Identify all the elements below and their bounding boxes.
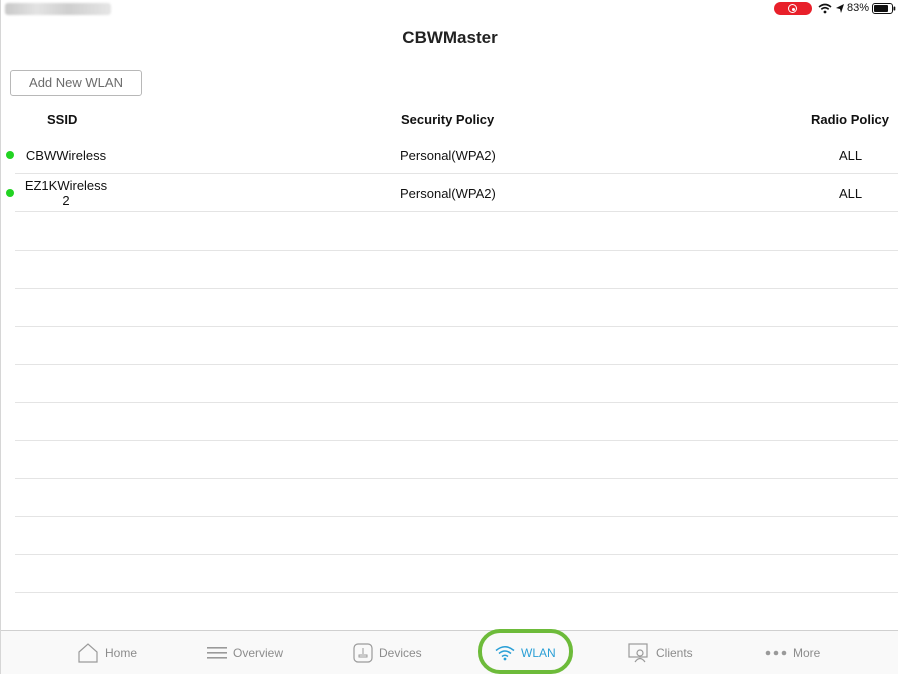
wifi-icon [495, 646, 515, 661]
wlan-radio-policy: ALL [839, 186, 863, 201]
column-header-security-policy: Security Policy [401, 112, 495, 127]
tab-label: Overview [233, 646, 284, 660]
location-arrow-icon [836, 4, 844, 13]
empty-row-divider [15, 326, 898, 327]
tab-clients[interactable]: Clients [628, 631, 693, 674]
wlan-security-policy: Personal(WPA2) [400, 148, 496, 163]
empty-row-divider [15, 478, 898, 479]
status-bar: 83% [1, 0, 898, 18]
empty-row-divider [15, 402, 898, 403]
table-row[interactable]: CBWWireless Personal(WPA2) ALL [6, 136, 898, 174]
tab-more[interactable]: More [765, 631, 820, 674]
wlan-status-dot [6, 151, 14, 159]
empty-row-divider [15, 554, 898, 555]
tab-wlan[interactable]: WLAN [495, 631, 556, 674]
tab-devices[interactable]: Devices [353, 631, 422, 674]
screen-recording-indicator [774, 2, 812, 15]
column-header-ssid: SSID [47, 112, 78, 127]
tab-label: Clients [656, 646, 693, 660]
tab-label: Devices [379, 646, 422, 660]
app-screen: 83% CBWMaster Add New WLAN SSID Security… [0, 0, 898, 674]
tab-overview[interactable]: Overview [207, 631, 283, 674]
tab-label: Home [105, 646, 138, 660]
page-title: CBWMaster [402, 28, 498, 47]
empty-row-divider [15, 516, 898, 517]
battery-percentage: 83% [847, 2, 870, 14]
tab-label: More [793, 646, 821, 660]
wifi-status-icon [818, 3, 832, 14]
wlan-status-dot [6, 189, 14, 197]
empty-row-divider [15, 288, 898, 289]
battery-icon [872, 3, 896, 14]
more-icon [765, 650, 787, 656]
empty-row-divider [15, 440, 898, 441]
tab-label: WLAN [521, 646, 556, 660]
wlan-table-header: SSID Security Policy Radio Policy [1, 108, 898, 130]
wlan-ssid: CBWWireless [25, 148, 107, 163]
empty-row-divider [15, 364, 898, 365]
device-icon [353, 643, 373, 663]
clients-icon [628, 643, 648, 663]
wlan-ssid: EZ1KWireless 2 [24, 178, 108, 208]
table-row[interactable]: EZ1KWireless 2 Personal(WPA2) ALL [6, 174, 898, 212]
list-icon [207, 647, 227, 659]
record-icon [788, 4, 797, 13]
add-new-wlan-button[interactable]: Add New WLAN [10, 70, 142, 96]
empty-row-divider [15, 250, 898, 251]
empty-row-divider [15, 592, 898, 593]
wlan-radio-policy: ALL [839, 148, 863, 163]
bottom-tab-bar: Home Overview Devices WLAN Clients More [1, 630, 898, 674]
tab-home[interactable]: Home [77, 631, 137, 674]
home-icon [78, 643, 98, 663]
column-header-radio-policy: Radio Policy [811, 112, 890, 127]
status-time-blurred [5, 3, 111, 15]
wlan-security-policy: Personal(WPA2) [400, 186, 496, 201]
